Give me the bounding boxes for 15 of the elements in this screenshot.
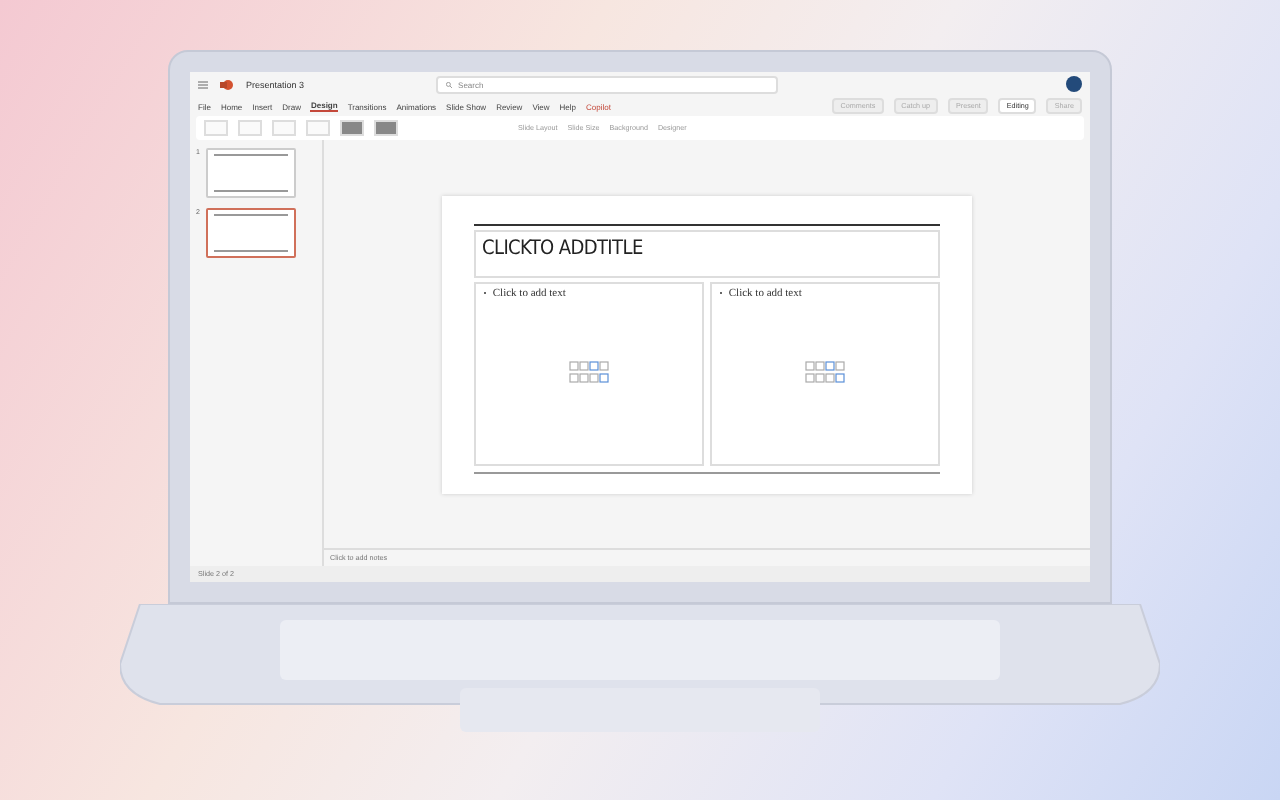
- search-icon: [446, 81, 453, 87]
- variant-thumbnail[interactable]: [374, 120, 398, 136]
- content-insert-icon[interactable]: [567, 359, 611, 383]
- avatar[interactable]: [1066, 76, 1082, 92]
- app-logo-icon: [220, 79, 234, 89]
- variant-thumbnail[interactable]: [340, 120, 364, 136]
- theme-thumbnail[interactable]: [238, 120, 262, 136]
- title-placeholder[interactable]: CLICKTO ADDTITLE: [474, 229, 940, 277]
- theme-thumbnail[interactable]: [306, 120, 330, 136]
- theme-thumbnail[interactable]: [204, 120, 228, 136]
- slide-thumbnail[interactable]: [205, 148, 296, 198]
- slide-thumbnail[interactable]: [205, 208, 296, 258]
- menu-icon[interactable]: [198, 79, 208, 89]
- theme-thumbnail[interactable]: [272, 120, 296, 136]
- content-insert-icon[interactable]: [803, 359, 847, 383]
